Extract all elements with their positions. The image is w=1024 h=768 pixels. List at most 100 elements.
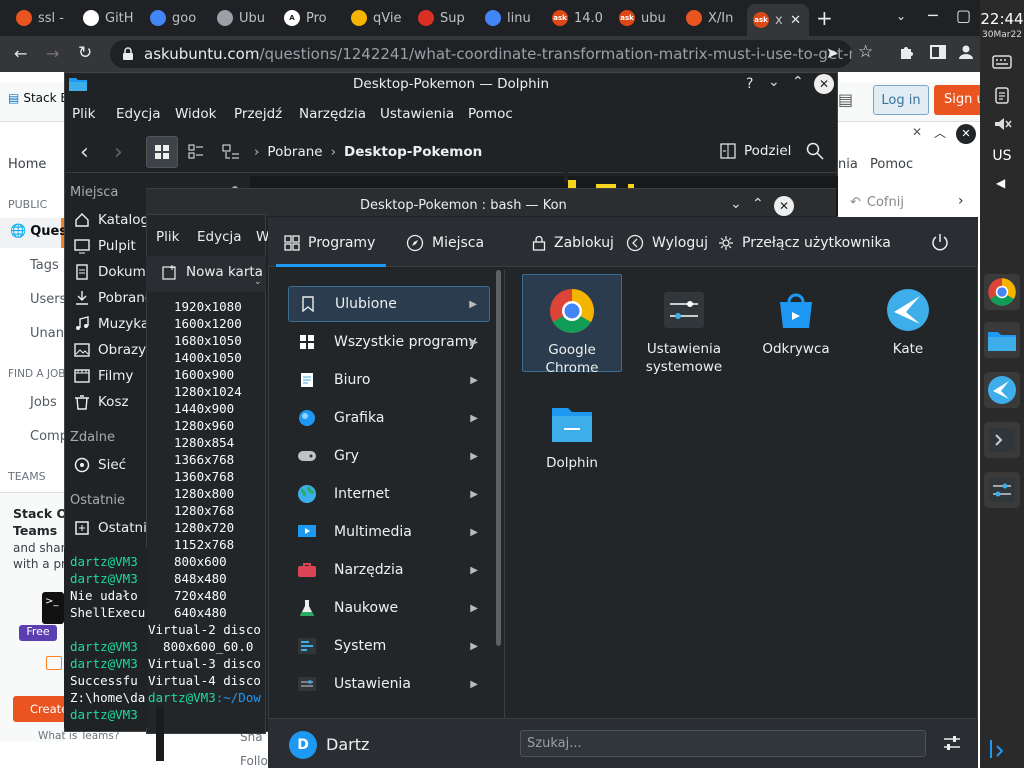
create-team-button[interactable]: Create — [13, 696, 64, 722]
category-item[interactable]: Narzędzia ▶ — [288, 552, 490, 588]
menu-item[interactable]: Pomoc — [468, 106, 513, 122]
place-item[interactable]: Pulpit — [74, 238, 136, 254]
minimize-icon[interactable]: ⌄ — [768, 74, 780, 90]
minimize-icon[interactable]: ⌄ — [730, 196, 742, 212]
browser-tab[interactable]: Ubu — [211, 4, 275, 32]
category-item[interactable]: Ulubione ▶ — [288, 286, 490, 322]
follow-link[interactable]: Follo — [240, 754, 268, 768]
panel-configure-icon[interactable] — [988, 738, 1012, 760]
search-icon[interactable] — [806, 142, 824, 160]
browser-tab[interactable]: X/In — [680, 4, 744, 32]
profile-icon[interactable] — [958, 44, 974, 60]
category-item[interactable]: Ustawienia ▶ — [288, 666, 490, 702]
mute-icon[interactable] — [992, 115, 1012, 133]
tab-programs[interactable]: Programy — [284, 226, 375, 260]
chevron-down-icon[interactable]: ✕ — [912, 125, 922, 139]
lock-button[interactable]: Zablokuj — [532, 226, 614, 260]
category-item[interactable]: Internet ▶ — [288, 476, 490, 512]
logout-button[interactable]: Wyloguj — [626, 226, 708, 260]
compact-view-icon[interactable] — [188, 144, 204, 160]
undo-button[interactable]: ↶ Cofnij — [850, 195, 904, 210]
tab-places[interactable]: Miejsca — [406, 226, 484, 260]
nav-users[interactable]: Users — [30, 292, 66, 307]
nav-home[interactable]: Home — [8, 157, 46, 172]
shelf-chrome-icon[interactable] — [984, 274, 1020, 310]
app-tile[interactable]: Odkrywca — [746, 274, 846, 372]
back-icon[interactable]: ← — [14, 44, 27, 63]
search-input[interactable]: Szukaj... — [520, 730, 926, 757]
menu-item[interactable]: Widok — [175, 106, 216, 122]
category-item[interactable]: Naukowe ▶ — [288, 590, 490, 626]
site-logo[interactable]: ▤ Stack E — [8, 91, 68, 105]
login-button[interactable]: Log in — [873, 85, 929, 115]
power-icon[interactable] — [930, 232, 950, 252]
extensions-icon[interactable] — [898, 44, 914, 60]
icons-view-button[interactable] — [146, 136, 178, 168]
collapse-arrow-icon[interactable]: ◀ — [996, 176, 1005, 190]
browser-tab[interactable]: qVie — [345, 4, 409, 32]
close-tab-icon[interactable]: ✕ — [790, 13, 801, 28]
browser-tab[interactable]: goo — [144, 4, 208, 32]
close-icon[interactable]: ✕ — [774, 196, 794, 216]
maximize-icon[interactable]: ⌃ — [752, 196, 764, 212]
side-panel-icon[interactable] — [930, 44, 946, 60]
category-item[interactable]: Multimedia ▶ — [288, 514, 490, 550]
categories-scrollbar[interactable] — [496, 270, 501, 646]
menu-item[interactable]: Przejdź — [234, 106, 282, 122]
browser-tab[interactable]: A Pro — [278, 4, 342, 32]
place-network[interactable]: Sieć — [74, 457, 126, 473]
browser-tab[interactable]: ask 14.0 — [546, 4, 610, 32]
place-item[interactable]: Obrazy — [74, 342, 146, 358]
bookmark-star-icon[interactable]: ☆ — [858, 42, 873, 62]
app-tile[interactable]: Dolphin — [522, 388, 622, 486]
shelf-kate-icon[interactable] — [984, 372, 1020, 408]
place-item[interactable]: Muzyka — [74, 316, 149, 332]
place-item[interactable]: Filmy — [74, 368, 133, 384]
breadcrumb-current[interactable]: Desktop-Pokemon — [344, 144, 482, 160]
app-tile[interactable]: Kate — [858, 274, 958, 372]
maximize-icon[interactable]: ▢ — [956, 6, 971, 25]
place-item[interactable]: Pobrane — [74, 290, 153, 306]
category-item[interactable]: Wszystkie programy ▶ — [288, 324, 490, 360]
back-icon[interactable]: ‹ — [80, 140, 89, 165]
forward-icon[interactable]: › — [114, 140, 123, 165]
nav-companies[interactable]: Comp — [30, 429, 68, 444]
place-item[interactable]: Katalog — [74, 212, 149, 228]
close-icon[interactable]: ✕ — [956, 124, 976, 144]
address-bar[interactable]: askubuntu.com/questions/1242241/what-coo… — [110, 40, 852, 68]
hamburger-icon[interactable]: ▤ — [8, 91, 19, 105]
browser-tab[interactable]: ask x ✕ — [747, 4, 809, 36]
nav-tags[interactable]: Tags — [30, 258, 59, 273]
shelf-konsole-icon[interactable] — [984, 422, 1020, 458]
konsole-menu-file[interactable]: Plik — [156, 229, 179, 245]
browser-tab[interactable]: GitH — [77, 4, 141, 32]
category-item[interactable]: Biuro ▶ — [288, 362, 490, 398]
tab-search-icon[interactable]: ⌄ — [896, 9, 906, 23]
place-recent[interactable]: Ostatnie — [74, 520, 155, 536]
menu-item[interactable]: Plik — [72, 106, 95, 122]
browser-tab[interactable]: ask ubu — [613, 4, 677, 32]
konsole-menu-edit[interactable]: Edycja — [197, 229, 242, 245]
category-item[interactable]: System ▶ — [288, 628, 490, 664]
category-item[interactable]: Gry ▶ — [288, 438, 490, 474]
breadcrumb-parent[interactable]: Pobrane — [267, 144, 322, 160]
details-view-icon[interactable] — [222, 144, 240, 160]
chevron-up-icon[interactable]: ︿ — [934, 124, 946, 141]
site-switcher-icon[interactable]: ▤ — [838, 90, 853, 109]
switch-user-button[interactable]: Przełącz użytkownika — [718, 226, 891, 260]
browser-tab[interactable]: Sup — [412, 4, 476, 32]
app-tile[interactable]: Google Chrome — [522, 274, 622, 376]
menu-item[interactable]: Edycja — [116, 106, 161, 122]
configure-icon[interactable] — [942, 733, 962, 753]
close-icon[interactable]: ✕ — [814, 74, 834, 94]
new-tab-button[interactable]: + — [816, 6, 833, 30]
help-icon[interactable]: ? — [746, 76, 753, 92]
browser-tab[interactable]: ssl - — [10, 4, 74, 32]
menu-help[interactable]: Pomoc — [870, 157, 913, 172]
chevron-right-icon[interactable]: › — [958, 193, 964, 209]
forward-icon[interactable]: → — [46, 44, 59, 63]
place-item[interactable]: Dokume — [74, 264, 154, 280]
signup-button[interactable]: Sign u — [934, 85, 980, 115]
avatar[interactable]: D — [289, 731, 317, 759]
shelf-dolphin-icon[interactable] — [984, 322, 1020, 358]
